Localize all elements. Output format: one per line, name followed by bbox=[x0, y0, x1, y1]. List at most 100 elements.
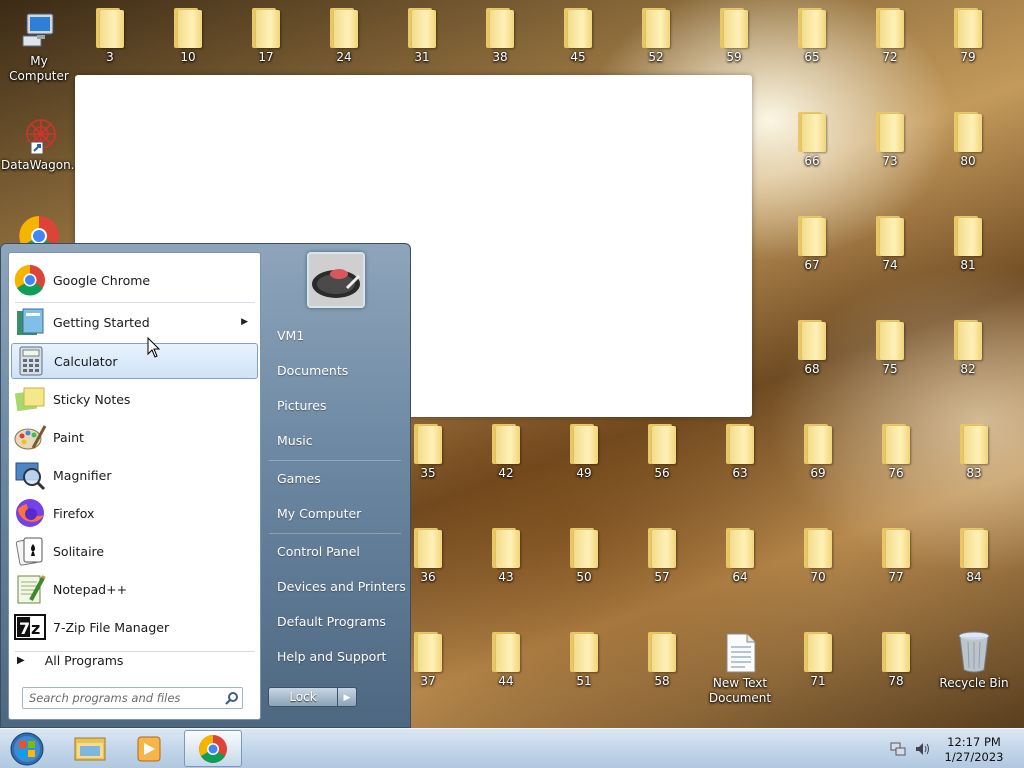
datawagon-shortcut[interactable]: DataWagon... bbox=[1, 112, 82, 173]
folder-38[interactable]: 38 bbox=[462, 6, 538, 65]
new-text-document[interactable]: New Text Document bbox=[702, 632, 778, 706]
computer-icon bbox=[17, 8, 61, 52]
folder-75[interactable]: 75 bbox=[852, 318, 928, 377]
clock[interactable]: 12:17 PM 1/27/2023 bbox=[940, 735, 1008, 765]
folder-68[interactable]: 68 bbox=[774, 318, 850, 377]
folder-icon bbox=[874, 110, 906, 152]
folder-74[interactable]: 74 bbox=[852, 214, 928, 273]
solitaire-icon bbox=[13, 534, 47, 568]
user-name-link[interactable]: VM1 bbox=[277, 328, 304, 343]
folder-label: 79 bbox=[960, 50, 976, 64]
folder-73[interactable]: 73 bbox=[852, 110, 928, 169]
folder-24[interactable]: 24 bbox=[306, 6, 382, 65]
folder-51[interactable]: 51 bbox=[546, 630, 622, 689]
folder-81[interactable]: 81 bbox=[930, 214, 1006, 273]
program-magnifier[interactable]: Magnifier bbox=[11, 457, 258, 493]
7zip-icon: 7z bbox=[13, 610, 47, 644]
folder-icon bbox=[568, 526, 600, 568]
folder-icon bbox=[412, 630, 444, 672]
user-avatar[interactable] bbox=[307, 252, 365, 308]
devices-printers-link[interactable]: Devices and Printers bbox=[277, 579, 406, 594]
folder-56[interactable]: 56 bbox=[624, 422, 700, 481]
start-button[interactable] bbox=[7, 731, 47, 767]
folder-63[interactable]: 63 bbox=[702, 422, 778, 481]
taskbar-chrome-button[interactable] bbox=[184, 730, 242, 767]
folder-64[interactable]: 64 bbox=[702, 526, 778, 585]
folder-66[interactable]: 66 bbox=[774, 110, 850, 169]
folder-10[interactable]: 10 bbox=[150, 6, 226, 65]
divider bbox=[15, 651, 255, 652]
folder-72[interactable]: 72 bbox=[852, 6, 928, 65]
program-sticky-notes[interactable]: Sticky Notes bbox=[11, 381, 258, 417]
folder-82[interactable]: 82 bbox=[930, 318, 1006, 377]
program-google-chrome[interactable]: Google Chrome bbox=[11, 262, 258, 298]
folder-45[interactable]: 45 bbox=[540, 6, 616, 65]
program-paint[interactable]: Paint bbox=[11, 419, 258, 455]
folder-50[interactable]: 50 bbox=[546, 526, 622, 585]
search-input[interactable] bbox=[22, 687, 243, 709]
getting-started-icon bbox=[13, 305, 47, 339]
folder-icon bbox=[880, 630, 912, 672]
folder-69[interactable]: 69 bbox=[780, 422, 856, 481]
folder-59[interactable]: 59 bbox=[696, 6, 772, 65]
recycle-bin[interactable]: Recycle Bin bbox=[936, 630, 1012, 691]
divider bbox=[269, 460, 401, 461]
help-support-link[interactable]: Help and Support bbox=[277, 649, 386, 664]
folder-77[interactable]: 77 bbox=[858, 526, 934, 585]
folder-70[interactable]: 70 bbox=[780, 526, 856, 585]
control-panel-link[interactable]: Control Panel bbox=[277, 544, 360, 559]
default-programs-link[interactable]: Default Programs bbox=[277, 614, 386, 629]
network-icon[interactable] bbox=[890, 741, 906, 757]
folder-52[interactable]: 52 bbox=[618, 6, 694, 65]
program-label: Paint bbox=[53, 429, 84, 445]
folder-icon bbox=[490, 526, 522, 568]
folder-icon bbox=[406, 6, 438, 48]
folder-3[interactable]: 3 bbox=[72, 6, 148, 65]
folder-label: 63 bbox=[732, 466, 748, 480]
folder-44[interactable]: 44 bbox=[468, 630, 544, 689]
program-calculator[interactable]: Calculator bbox=[11, 343, 258, 379]
all-programs-button[interactable]: ▶ All Programs bbox=[17, 653, 123, 668]
folder-label: 74 bbox=[882, 258, 898, 272]
my-computer-shortcut[interactable]: My Computer bbox=[1, 8, 77, 84]
volume-icon[interactable] bbox=[914, 741, 930, 757]
program-firefox[interactable]: Firefox bbox=[11, 495, 258, 531]
program-notepadpp[interactable]: Notepad++ bbox=[11, 571, 258, 607]
folder-78[interactable]: 78 bbox=[858, 630, 934, 689]
folder-43[interactable]: 43 bbox=[468, 526, 544, 585]
program-solitaire[interactable]: Solitaire bbox=[11, 533, 258, 569]
folder-65[interactable]: 65 bbox=[774, 6, 850, 65]
folder-71[interactable]: 71 bbox=[780, 630, 856, 689]
folder-42[interactable]: 42 bbox=[468, 422, 544, 481]
folder-49[interactable]: 49 bbox=[546, 422, 622, 481]
folder-67[interactable]: 67 bbox=[774, 214, 850, 273]
folder-57[interactable]: 57 bbox=[624, 526, 700, 585]
folder-83[interactable]: 83 bbox=[936, 422, 1012, 481]
shutdown-options-button[interactable]: ▶ bbox=[337, 687, 357, 707]
program-label: Firefox bbox=[53, 505, 95, 521]
program-label: Getting Started bbox=[53, 314, 150, 330]
folder-17[interactable]: 17 bbox=[228, 6, 304, 65]
program-7zip[interactable]: 7z 7-Zip File Manager bbox=[11, 609, 258, 645]
my-computer-link[interactable]: My Computer bbox=[277, 506, 361, 521]
documents-link[interactable]: Documents bbox=[277, 363, 348, 378]
folder-label: 42 bbox=[498, 466, 514, 480]
folder-76[interactable]: 76 bbox=[858, 422, 934, 481]
folder-label: 57 bbox=[654, 570, 670, 584]
lock-button[interactable]: Lock bbox=[268, 687, 338, 707]
chrome-icon bbox=[13, 263, 47, 297]
program-getting-started[interactable]: Getting Started ▶ bbox=[11, 304, 258, 340]
folder-80[interactable]: 80 bbox=[930, 110, 1006, 169]
taskbar-explorer-button[interactable] bbox=[60, 730, 118, 767]
folder-icon bbox=[874, 6, 906, 48]
search-icon[interactable] bbox=[225, 691, 239, 705]
taskbar-media-player-button[interactable] bbox=[122, 730, 180, 767]
folder-84[interactable]: 84 bbox=[936, 526, 1012, 585]
folder-79[interactable]: 79 bbox=[930, 6, 1006, 65]
folder-31[interactable]: 31 bbox=[384, 6, 460, 65]
folder-icon bbox=[952, 6, 984, 48]
music-link[interactable]: Music bbox=[277, 433, 313, 448]
games-link[interactable]: Games bbox=[277, 471, 321, 486]
folder-58[interactable]: 58 bbox=[624, 630, 700, 689]
pictures-link[interactable]: Pictures bbox=[277, 398, 327, 413]
